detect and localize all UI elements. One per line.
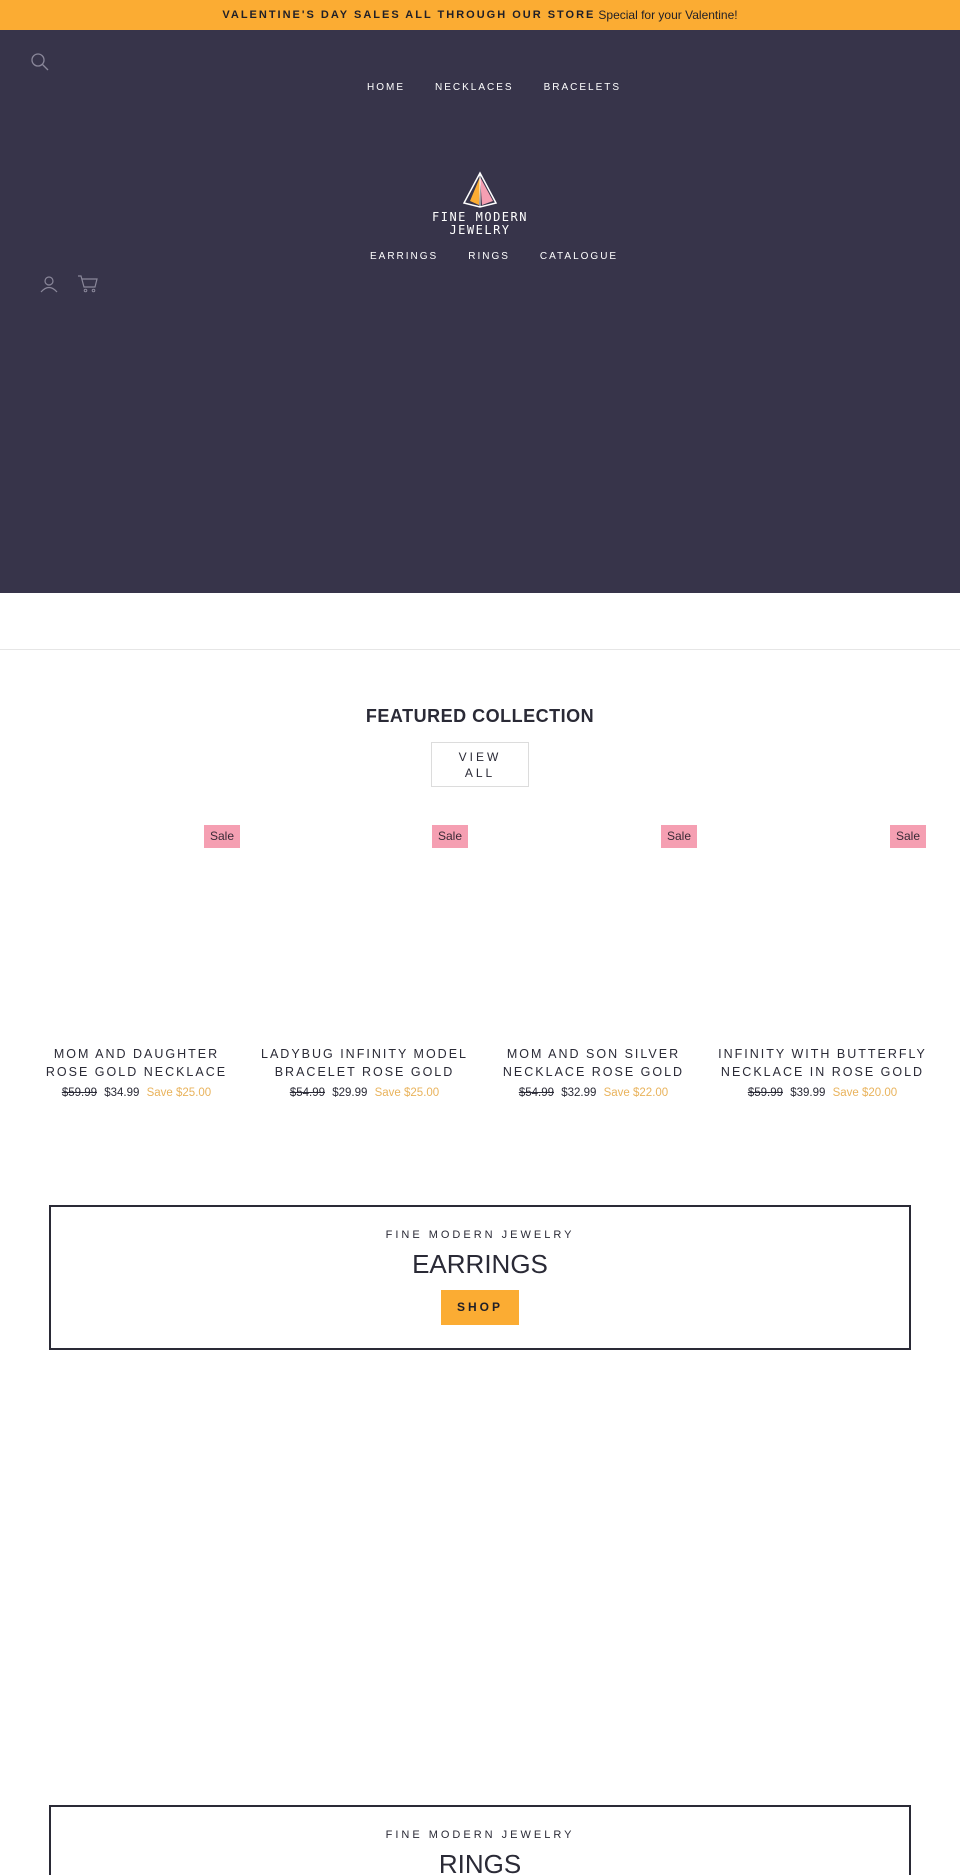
sale-price: $34.99 [104, 1087, 140, 1099]
product-title-line-1: MOM AND SON SILVER [506, 1047, 681, 1061]
sale-badge: Sale [889, 825, 926, 848]
rings-promo-block: FINE MODERN JEWELRY RINGS [49, 1805, 911, 1875]
announcement-title: VALENTINE'S DAY SALES ALL THROUGH OUR ST… [222, 9, 596, 21]
original-price: $59.99 [61, 1087, 97, 1099]
cart-icon[interactable] [77, 274, 99, 293]
nav-item-rings[interactable]: RINGS [468, 251, 510, 262]
view-all-label-1: VIEW [458, 750, 502, 764]
logo-text[interactable]: FINE MODERN JEWELRY [420, 211, 540, 237]
main-nav-top: HOME NECKLACES BRACELETS [367, 82, 621, 93]
view-all-button[interactable]: VIEW ALL [431, 742, 529, 787]
nav-item-home[interactable]: HOME [367, 82, 405, 93]
earrings-promo-block: FINE MODERN JEWELRY EARRINGS SHOP [49, 1205, 911, 1350]
shop-earrings-button[interactable]: SHOP [441, 1290, 519, 1325]
sale-price: $39.99 [790, 1087, 826, 1099]
product-title-line-2: ROSE GOLD NECKLACE [45, 1065, 228, 1079]
savings-amount: Save $20.00 [832, 1087, 898, 1099]
product-title-line-1: INFINITY WITH BUTTERFLY [718, 1047, 927, 1061]
product-prices: $59.99 $34.99 Save $25.00 [29, 1087, 244, 1099]
product-title[interactable]: MOM AND SON SILVER NECKLACE ROSE GOLD [486, 1045, 701, 1081]
account-icon[interactable] [40, 275, 58, 293]
original-price: $59.99 [747, 1087, 783, 1099]
product-title-line-1: LADYBUG INFINITY MODEL [261, 1047, 468, 1061]
section-divider [0, 649, 960, 650]
nav-item-earrings[interactable]: EARRINGS [370, 251, 438, 262]
nav-item-necklaces[interactable]: NECKLACES [435, 82, 514, 93]
product-title[interactable]: INFINITY WITH BUTTERFLY NECKLACE IN ROSE… [715, 1045, 930, 1081]
product-title[interactable]: LADYBUG INFINITY MODEL BRACELET ROSE GOL… [257, 1045, 472, 1081]
product-prices: $54.99 $29.99 Save $25.00 [257, 1087, 472, 1099]
sale-badge: Sale [203, 825, 240, 848]
promo-heading: RINGS [438, 1849, 522, 1875]
product-prices: $54.99 $32.99 Save $22.00 [486, 1087, 701, 1099]
search-icon[interactable] [30, 52, 50, 72]
announcement-bar: VALENTINE'S DAY SALES ALL THROUGH OUR ST… [0, 0, 960, 30]
product-title-line-1: MOM AND DAUGHTER [53, 1047, 220, 1061]
featured-collection-title: FEATURED COLLECTION [365, 706, 595, 726]
product-card[interactable]: Sale INFINITY WITH BUTTERFLY NECKLACE IN… [715, 825, 930, 1105]
savings-amount: Save $25.00 [374, 1087, 440, 1099]
product-card[interactable]: Sale MOM AND DAUGHTER ROSE GOLD NECKLACE… [29, 825, 244, 1105]
savings-amount: Save $25.00 [146, 1087, 212, 1099]
savings-amount: Save $22.00 [603, 1087, 669, 1099]
original-price: $54.99 [289, 1087, 325, 1099]
sale-badge: Sale [431, 825, 468, 848]
site-header: HOME NECKLACES BRACELETS FINE MODERN JEW… [0, 30, 960, 593]
product-card[interactable]: Sale LADYBUG INFINITY MODEL BRACELET ROS… [257, 825, 472, 1105]
original-price: $54.99 [518, 1087, 554, 1099]
sale-badge: Sale [660, 825, 697, 848]
nav-item-catalogue[interactable]: CATALOGUE [540, 251, 618, 262]
sale-price: $29.99 [332, 1087, 368, 1099]
sale-price: $32.99 [561, 1087, 597, 1099]
product-title-line-2: BRACELET ROSE GOLD [274, 1065, 455, 1079]
promo-heading: EARRINGS [412, 1249, 548, 1279]
product-title-line-2: NECKLACE ROSE GOLD [502, 1065, 685, 1079]
product-title[interactable]: MOM AND DAUGHTER ROSE GOLD NECKLACE [29, 1045, 244, 1081]
announcement-subtitle: Special for your Valentine! [598, 8, 738, 22]
product-prices: $59.99 $39.99 Save $20.00 [715, 1087, 930, 1099]
view-all-label-2: ALL [464, 766, 496, 780]
promo-kicker: FINE MODERN JEWELRY [385, 1829, 575, 1841]
promo-kicker: FINE MODERN JEWELRY [385, 1229, 575, 1241]
product-card[interactable]: Sale MOM AND SON SILVER NECKLACE ROSE GO… [486, 825, 701, 1105]
main-nav-bottom: EARRINGS RINGS CATALOGUE [370, 251, 618, 262]
logo-line-2: JEWELRY [449, 223, 511, 237]
nav-item-bracelets[interactable]: BRACELETS [544, 82, 621, 93]
product-title-line-2: NECKLACE IN ROSE GOLD [720, 1065, 925, 1079]
